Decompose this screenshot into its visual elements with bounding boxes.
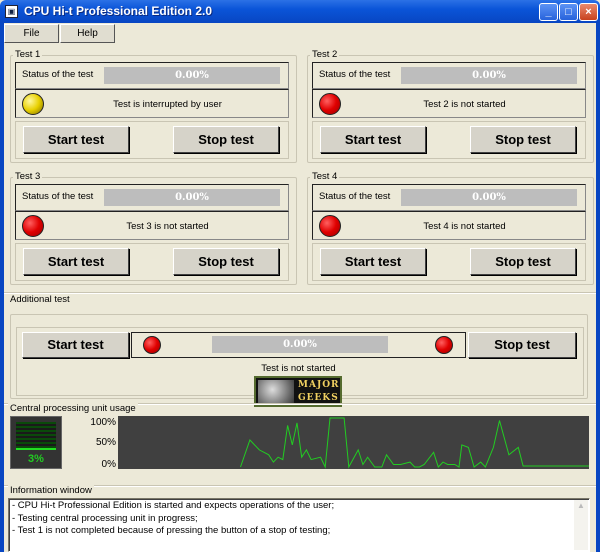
logo-text-2: GEEKS [298,393,339,403]
status-indicator-icon [319,93,341,115]
graph-background [118,416,589,469]
geek-face-icon [258,380,294,404]
cpu-usage-graph [118,416,589,469]
minimize-button[interactable]: _ [539,3,558,21]
maximize-button[interactable]: □ [559,3,578,21]
status-label: Status of the test [319,191,391,202]
test-4-title: Test 4 [310,171,340,182]
test-3-title: Test 3 [13,171,43,182]
status-label: Status of the test [22,69,94,80]
cpu-usage-label: Central processing unit usage [8,403,138,414]
gauge-level [16,448,56,450]
test-3-progress-bar: 0.00% [104,189,280,206]
status-indicator-icon [22,93,44,115]
additional-test-label: Additional test [8,294,72,305]
window-title: CPU Hi-t Professional Edition 2.0 [24,4,213,18]
test-1-progress-bar: 0.00% [104,67,280,84]
divider [4,292,596,294]
test-1-message: Test is interrupted by user [113,99,222,110]
info-window-label: Information window [8,485,94,496]
test-3-stop-button[interactable]: Stop test [173,248,279,275]
cpu-gauge: 3% [10,416,62,469]
menu-file[interactable]: File [4,24,59,43]
status-label: Status of the test [319,69,391,80]
test-3-message: Test 3 is not started [126,221,209,232]
test-2-start-button[interactable]: Start test [320,126,426,153]
test-4-progress-bar: 0.00% [401,189,577,206]
test-4-message: Test 4 is not started [423,221,506,232]
test-1-start-button[interactable]: Start test [23,126,129,153]
test-1-title: Test 1 [13,49,43,60]
info-line: - Testing central processing unit in pro… [12,512,198,524]
logo-text-1: MAJOR [298,380,340,390]
right-status-indicator-icon [435,336,453,354]
additional-stop-button[interactable]: Stop test [468,332,576,358]
y-label-0: 0% [101,459,116,470]
info-scrollbar[interactable]: ▲ [574,500,588,550]
info-line: - CPU Hi-t Professional Edition is start… [12,500,335,511]
cpu-percent: 3% [28,453,44,465]
test-2-progress-bar: 0.00% [401,67,577,84]
window-frame-left [0,23,4,552]
gauge-bars [16,422,56,448]
test-2-stop-button[interactable]: Stop test [470,126,576,153]
test-2-title: Test 2 [310,49,340,60]
close-button[interactable]: × [579,3,598,21]
test-2-message: Test 2 is not started [423,99,506,110]
status-label: Status of the test [22,191,94,202]
scroll-up-icon[interactable]: ▲ [574,500,588,513]
additional-progress-bar: 0.00% [212,336,388,353]
status-indicator-icon [22,215,44,237]
test-4-start-button[interactable]: Start test [320,248,426,275]
additional-start-button[interactable]: Start test [22,332,129,358]
y-label-50: 50% [95,437,116,448]
info-textarea[interactable]: - CPU Hi-t Professional Edition is start… [8,498,590,552]
info-line: - Test 1 is not completed because of pre… [12,525,331,536]
menu-help[interactable]: Help [60,24,115,43]
test-4-stop-button[interactable]: Stop test [470,248,576,275]
additional-status-text: Test is not started [261,363,336,374]
status-indicator-icon [319,215,341,237]
window-frame-right [596,23,600,552]
y-label-100: 100% [90,417,116,428]
test-3-start-button[interactable]: Start test [23,248,129,275]
test-1-stop-button[interactable]: Stop test [173,126,279,153]
app-icon: ▣ [5,5,18,18]
left-status-indicator-icon [143,336,161,354]
